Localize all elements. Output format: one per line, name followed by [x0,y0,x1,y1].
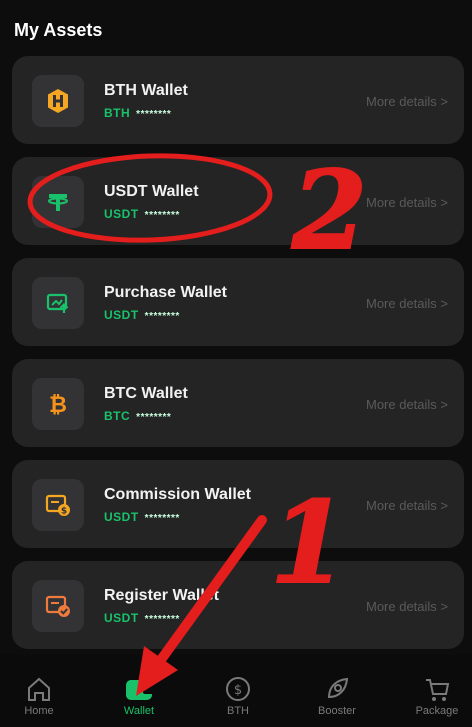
masked-balance: ******** [144,614,180,625]
nav-label: Booster [318,705,356,717]
nav-package[interactable]: Package [392,667,472,717]
wallet-card-purchase[interactable]: Purchase Wallet USDT ******** More detail… [12,258,464,346]
masked-balance: ******** [144,513,180,524]
more-details-link[interactable]: More details > [366,195,448,210]
nav-home[interactable]: Home [0,667,84,717]
bottom-nav: Home Wallet $ BTH Booster Package [0,655,472,727]
wallet-card-commission[interactable]: $ Commission Wallet USDT ******** More de… [12,460,464,548]
wallet-currency: USDT ******** [104,510,180,524]
wallet-currency: USDT ******** [104,207,180,221]
more-details-link[interactable]: More details > [366,498,448,513]
wallet-card-usdt[interactable]: USDT Wallet USDT ******** More details > [12,157,464,245]
wallet-currency: BTC ******** [104,409,172,423]
masked-balance: ******** [136,109,172,120]
svg-text:$: $ [61,507,67,517]
masked-balance: ******** [144,210,180,221]
tether-icon [32,176,84,228]
nav-label: Package [415,705,459,717]
wallet-name: USDT Wallet [104,183,199,200]
coin-icon: $ [193,667,283,703]
masked-balance: ******** [136,412,172,423]
wallet-name: BTH Wallet [104,82,188,99]
wallet-icon [94,667,184,703]
page-title: My Assets [14,20,103,40]
wallet-currency: USDT ******** [104,611,180,625]
nav-label: Wallet [123,705,155,717]
nav-booster[interactable]: Booster [292,667,382,717]
nav-wallet[interactable]: Wallet [94,667,184,717]
nav-label: BTH [227,705,249,717]
svg-text:₿: ₿ [49,393,67,418]
more-details-link[interactable]: More details > [366,296,448,311]
bitcoin-icon: ₿ [32,378,84,430]
wallet-card-bth[interactable]: BTH Wallet BTH ******** More details > [12,56,464,144]
more-details-link[interactable]: More details > [366,599,448,614]
wallet-card-register[interactable]: Register Wallet USDT ******** More detail… [12,561,464,649]
more-details-link[interactable]: More details > [366,94,448,109]
more-details-link[interactable]: More details > [366,397,448,412]
wallet-name: Purchase Wallet [104,284,228,301]
bth-icon [32,75,84,127]
masked-balance: ******** [144,311,180,322]
wallet-card-btc[interactable]: ₿ BTC Wallet BTC ******** More details > [12,359,464,447]
wallet-currency: BTH ******** [104,106,172,120]
wallet-currency: USDT ******** [104,308,180,322]
nav-bth[interactable]: $ BTH [193,667,283,717]
commission-icon: $ [32,479,84,531]
nav-label: Home [24,705,54,717]
rocket-icon [292,667,382,703]
wallet-list: BTH Wallet BTH ******** More details > US… [12,56,464,662]
wallet-name: BTC Wallet [104,385,188,402]
wallet-name: Commission Wallet [104,486,251,503]
cart-icon [392,667,472,703]
svg-text:$: $ [234,683,242,698]
register-icon [32,580,84,632]
home-icon [0,667,84,703]
wallet-name: Register Wallet [104,587,219,604]
purchase-icon [32,277,84,329]
